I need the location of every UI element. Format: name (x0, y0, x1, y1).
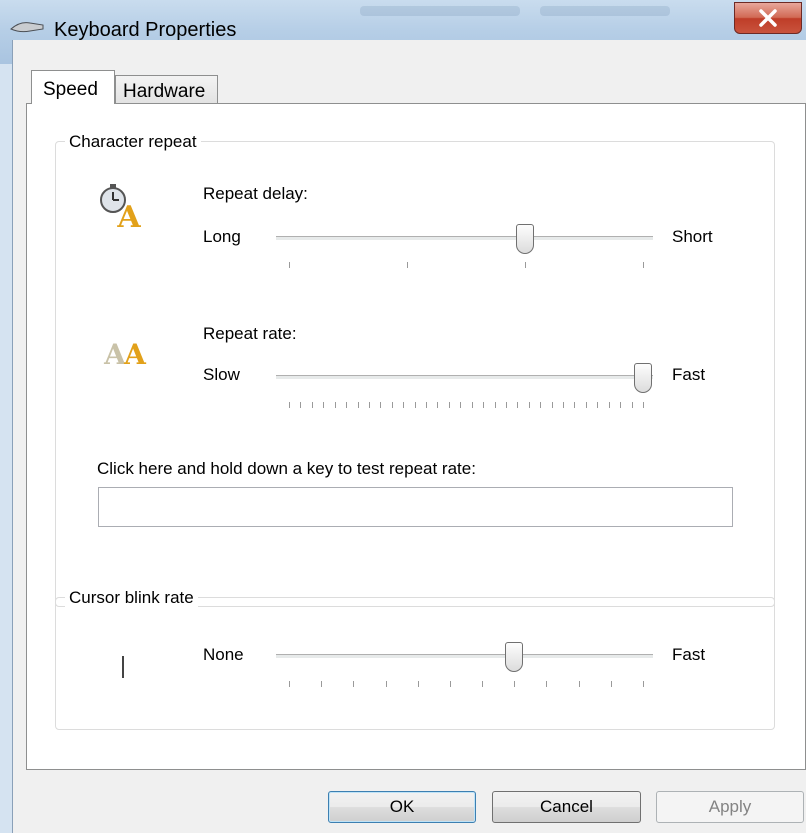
repeat-delay-max-label: Short (672, 227, 713, 246)
slider-tick (643, 681, 644, 687)
slider-tick (358, 402, 359, 408)
slider-tick (300, 402, 301, 408)
close-icon (759, 9, 777, 27)
slider-tick (289, 262, 290, 268)
slider-tick (335, 402, 336, 408)
slider-tick (323, 402, 324, 408)
slider-tick (289, 402, 290, 408)
slider-tick (517, 402, 518, 408)
repeat-rate-label: Repeat rate: (203, 324, 297, 343)
slider-tick (437, 402, 438, 408)
double-letter-icon: A A (103, 338, 147, 370)
stopwatch-letter-icon: A (100, 184, 141, 231)
repeat-delay-label: Repeat delay: (203, 184, 308, 203)
slider-tick (632, 402, 633, 408)
svg-text:A: A (116, 200, 141, 231)
slider-tick (574, 402, 575, 408)
ok-button[interactable]: OK (328, 791, 476, 823)
slider-tick (380, 402, 381, 408)
slider-tick (392, 402, 393, 408)
repeat-rate-max-label: Fast (672, 365, 706, 384)
repeat-rate-thumb[interactable] (634, 363, 652, 393)
slider-tick (403, 402, 404, 408)
slider-tick (525, 262, 526, 268)
cursor-blink-min-label: None (203, 645, 244, 664)
slider-tick (586, 402, 587, 408)
slider-tick (563, 402, 564, 408)
slider-tick (312, 402, 313, 408)
slider-tick (506, 402, 507, 408)
slider-tick (643, 262, 644, 268)
tab-speed[interactable]: Speed (31, 70, 115, 104)
slider-tick (546, 681, 547, 687)
slider-tick (450, 681, 451, 687)
slider-tick (460, 402, 461, 408)
cursor-blink-label: Cursor blink rate (65, 588, 198, 608)
slider-tick (449, 402, 450, 408)
slider-tick (483, 402, 484, 408)
close-button[interactable] (734, 2, 802, 34)
text-cursor-icon (122, 656, 124, 678)
repeat-rate-min-label: Slow (203, 365, 240, 384)
window-title: Keyboard Properties (54, 19, 237, 41)
character-repeat-label: Character repeat (65, 132, 201, 152)
repeat-delay-thumb[interactable] (516, 224, 534, 254)
slider-tick (415, 402, 416, 408)
slider-tick (609, 402, 610, 408)
dialog-client: Speed Hardware Character repeat A Repeat… (12, 40, 806, 833)
background-blur (540, 6, 670, 16)
slider-tick (426, 402, 427, 408)
slider-tick (579, 681, 580, 687)
test-repeat-input[interactable] (98, 487, 733, 527)
slider-tick (289, 681, 290, 687)
background-blur (360, 6, 520, 16)
svg-text:A: A (123, 338, 147, 370)
slider-tick (321, 681, 322, 687)
cursor-blink-thumb[interactable] (505, 642, 523, 672)
slider-tick (407, 262, 408, 268)
slider-tick (346, 402, 347, 408)
cursor-blink-slider[interactable] (276, 654, 653, 659)
slider-tick (552, 402, 553, 408)
keyboard-icon (10, 22, 44, 33)
slider-tick (540, 402, 541, 408)
slider-tick (611, 681, 612, 687)
slider-tick (529, 402, 530, 408)
cursor-blink-max-label: Fast (672, 645, 706, 664)
repeat-delay-min-label: Long (203, 227, 241, 246)
slider-tick (482, 681, 483, 687)
repeat-rate-slider[interactable] (276, 375, 653, 380)
slider-tick (353, 681, 354, 687)
tab-hardware[interactable]: Hardware (115, 75, 218, 104)
character-repeat-group (55, 141, 775, 607)
slider-tick (620, 402, 621, 408)
slider-tick (495, 402, 496, 408)
slider-tick (643, 402, 644, 408)
apply-button[interactable]: Apply (656, 791, 804, 823)
slider-tick (472, 402, 473, 408)
slider-tick (418, 681, 419, 687)
repeat-delay-slider[interactable] (276, 236, 653, 241)
slider-tick (597, 402, 598, 408)
slider-tick (514, 681, 515, 687)
cursor-blink-group (55, 597, 775, 730)
cancel-button[interactable]: Cancel (492, 791, 641, 823)
test-repeat-label: Click here and hold down a key to test r… (97, 459, 476, 478)
slider-tick (386, 681, 387, 687)
slider-tick (369, 402, 370, 408)
